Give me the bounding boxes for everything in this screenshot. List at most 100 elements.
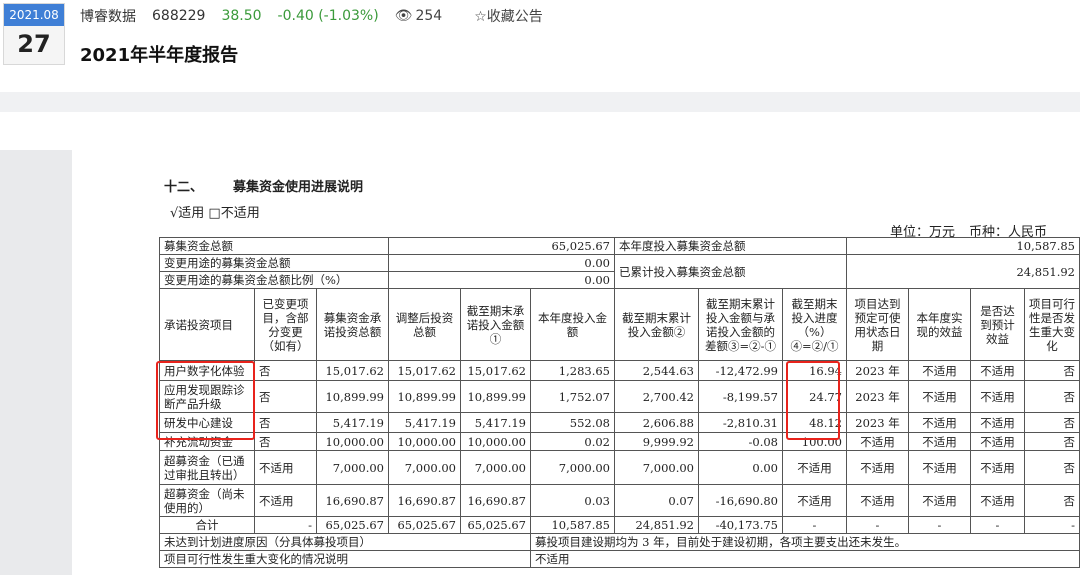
table-cell: 24,851.92 [614, 516, 699, 534]
table-cell: 不适用 [908, 484, 971, 517]
table-cell: 否 [254, 360, 317, 381]
table-cell: 不适用 [846, 432, 909, 451]
table-cell: -8,199.57 [698, 380, 783, 413]
table-cell: - [970, 516, 1025, 534]
table-cell: -2,810.31 [698, 412, 783, 433]
table-cell: 否 [1024, 432, 1080, 451]
table-cell: -0.08 [698, 432, 783, 451]
table-cell: 10,000.00 [388, 432, 461, 451]
total-row: 合计 - 65,025.67 65,025.67 65,025.67 10,58… [159, 516, 1080, 534]
section-heading: 十二、 募集资金使用进展说明 [164, 176, 363, 195]
project-name: 补充流动资金 [159, 432, 255, 451]
project-name: 应用发现跟踪诊断产品升级 [159, 380, 255, 413]
table-cell: 5,417.19 [388, 412, 461, 433]
summary-value: 24,851.92 [846, 254, 1080, 289]
column-header: 截至期末投入进度（%）④=②/① [782, 288, 847, 361]
table-cell: - [908, 516, 971, 534]
table-cell: 7,000.00 [530, 450, 615, 485]
document-gutter [0, 150, 72, 575]
table-cell: 15,017.62 [388, 360, 461, 381]
table-cell: 16,690.87 [388, 484, 461, 517]
summary-label: 变更用途的募集资金总额比例（%） [159, 271, 389, 289]
progress-cell: 不适用 [782, 450, 847, 485]
table-cell: 0.03 [530, 484, 615, 517]
column-header: 是否达到预计效益 [970, 288, 1025, 361]
stock-name[interactable]: 博睿数据 [80, 6, 136, 26]
table-cell: - [1024, 516, 1080, 534]
table-cell: 10,899.99 [316, 380, 389, 413]
summary-row: 募集资金总额 65,025.67 本年度投入募集资金总额 10,587.85 [159, 237, 1080, 255]
column-header: 截至期末累计投入金额② [614, 288, 699, 361]
table-cell: 10,587.85 [530, 516, 615, 534]
table-cell: -40,173.75 [698, 516, 783, 534]
table-cell: 2,544.63 [614, 360, 699, 381]
table-cell: 否 [254, 412, 317, 433]
project-name: 用户数字化体验 [159, 360, 255, 381]
table-row: 应用发现跟踪诊断产品升级 否 10,899.99 10,899.99 10,89… [159, 380, 1080, 413]
table-cell: 不适用 [970, 484, 1025, 517]
table-cell: 否 [1024, 484, 1080, 517]
table-cell: 5,417.19 [316, 412, 389, 433]
summary-value: 65,025.67 [388, 237, 615, 255]
progress-cell: 16.94 [782, 360, 847, 381]
date-month: 2021.08 [4, 4, 64, 26]
table-cell: 10,000.00 [316, 432, 389, 451]
footer-value: 不适用 [530, 550, 1080, 568]
table-cell: 10,000.00 [460, 432, 531, 451]
table-cell: 不适用 [254, 450, 317, 485]
table-cell: 9,999.92 [614, 432, 699, 451]
document-page: 十二、 募集资金使用进展说明 √适用 □不适用 单位：万元 币种：人民币 募集资金总… [72, 150, 1080, 575]
table-cell: 不适用 [908, 380, 971, 413]
table-cell: 0.07 [614, 484, 699, 517]
table-cell: 16,690.87 [460, 484, 531, 517]
column-header: 本年度投入金额 [530, 288, 615, 361]
table-cell: 1,752.07 [530, 380, 615, 413]
footer-row: 项目可行性发生重大变化的情况说明 不适用 [159, 550, 1080, 568]
summary-label: 募集资金总额 [159, 237, 389, 255]
table-cell: 否 [1024, 380, 1080, 413]
table-cell: 10,899.99 [460, 380, 531, 413]
table-cell: 65,025.67 [316, 516, 389, 534]
table-cell: 15,017.62 [316, 360, 389, 381]
table-cell: 2023 年 [846, 412, 909, 433]
table-cell: - [254, 516, 317, 534]
applicability-line: √适用 □不适用 [170, 206, 260, 221]
announcement-header: 2021.08 27 博睿数据 688229 38.50 -0.40 (-1.0… [0, 0, 1080, 92]
column-header: 项目可行性是否发生重大变化 [1024, 288, 1080, 361]
favorite-button[interactable]: ☆收藏公告 [474, 6, 543, 26]
table-cell: -16,690.80 [698, 484, 783, 517]
table-cell: - [846, 516, 909, 534]
table-cell: -12,472.99 [698, 360, 783, 381]
column-header: 本年度实现的效益 [908, 288, 971, 361]
footer-label: 项目可行性发生重大变化的情况说明 [159, 550, 531, 568]
table-cell: 552.08 [530, 412, 615, 433]
column-header: 截至期末累计投入金额与承诺投入金额的差额③=②-① [698, 288, 783, 361]
stock-code[interactable]: 688229 [152, 8, 205, 24]
table-cell: 不适用 [970, 360, 1025, 381]
column-header: 已变更项目，含部分变更（如有） [254, 288, 317, 361]
table-cell: 1,283.65 [530, 360, 615, 381]
summary-row: 变更用途的募集资金总额 0.00 已累计投入募集资金总额 24,851.92 [159, 254, 1080, 289]
table-cell: 2,606.88 [614, 412, 699, 433]
table-cell: 不适用 [846, 450, 909, 485]
table-cell: 不适用 [908, 450, 971, 485]
table-cell: 不适用 [970, 380, 1025, 413]
table-row: 研发中心建设 否 5,417.19 5,417.19 5,417.19 552.… [159, 412, 1080, 433]
table-cell: 不适用 [846, 484, 909, 517]
table-row: 补充流动资金 否 10,000.00 10,000.00 10,000.00 0… [159, 432, 1080, 451]
section-title: 募集资金使用进展说明 [233, 180, 364, 195]
progress-cell: 48.12 [782, 412, 847, 433]
date-badge: 2021.08 27 [3, 3, 65, 65]
table-cell: 0.00 [698, 450, 783, 485]
table-cell: 7,000.00 [388, 450, 461, 485]
table-cell: 16,690.87 [316, 484, 389, 517]
progress-cell: 100.00 [782, 432, 847, 451]
table-cell: 否 [1024, 450, 1080, 485]
table-cell: 15,017.62 [460, 360, 531, 381]
section-number: 十二、 [164, 180, 204, 195]
table-cell: - [782, 516, 847, 534]
project-name: 超募资金（已通过审批且转出） [159, 450, 255, 485]
fund-usage-table: 募集资金总额 65,025.67 本年度投入募集资金总额 10,587.85 变… [159, 237, 1080, 568]
summary-value: 0.00 [388, 271, 615, 289]
table-cell: 否 [254, 432, 317, 451]
